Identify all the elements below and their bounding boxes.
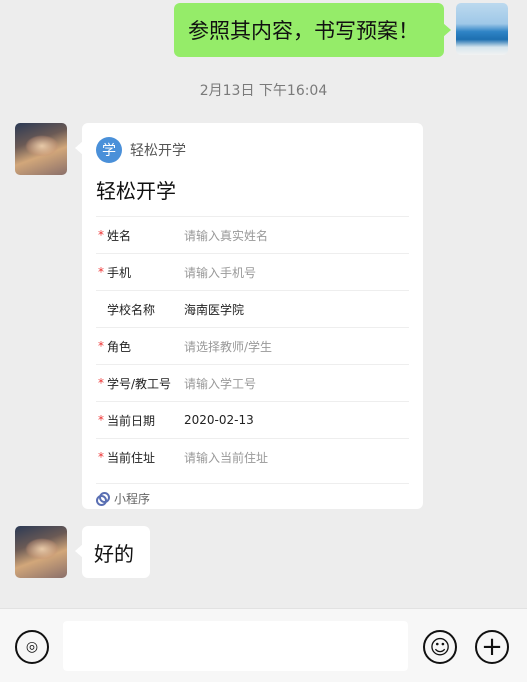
field-value: 海南医学院 [184,302,245,317]
required-mark: * [98,228,104,242]
required-mark: * [98,265,104,279]
incoming-message-text: 好的 [94,541,134,566]
mini-program-label: 小程序 [114,492,151,506]
form-row-id: * 学号/教工号 请输入学工号 [96,364,409,401]
field-label: 学校名称 [107,302,156,317]
form-row-address: * 当前住址 请输入当前住址 [96,438,409,475]
field-value: 2020-02-13 [184,413,254,427]
app-logo-icon: 学 [96,137,122,163]
form-row-role: * 角色 请选择教师/学生 [96,327,409,364]
field-label: 角色 [107,339,132,354]
field-value: 请输入真实姓名 [184,228,269,243]
plus-icon[interactable]: + [475,630,509,664]
field-label: 手机 [107,265,132,280]
field-value: 请输入学工号 [184,376,257,391]
contact-avatar[interactable] [15,123,67,175]
field-label: 姓名 [107,228,132,243]
incoming-message-bubble[interactable]: 好的 [75,526,150,578]
form-row-name: * 姓名 请输入真实姓名 [96,216,409,253]
app-name: 轻松开学 [130,143,186,159]
outgoing-message-bubble[interactable]: 参照其内容，书写预案！ [174,3,451,57]
message-input[interactable] [63,621,408,671]
form-row-date: * 当前日期 2020-02-13 [96,401,409,438]
field-value: 请选择教师/学生 [184,339,273,354]
emoji-icon[interactable]: ☺ [423,630,457,664]
chat-input-bar: ◎ ☺ + [0,608,527,682]
contact-avatar[interactable] [15,526,67,578]
voice-icon[interactable]: ◎ [15,630,49,664]
mini-program-card[interactable]: 学 轻松开学 轻松开学 * 姓名 请输入真实姓名 * 手机 请输入手机号 学校名… [75,123,423,509]
field-value: 请输入当前住址 [184,450,269,465]
form-row-school: 学校名称 海南医学院 [96,290,409,327]
form-preview: * 姓名 请输入真实姓名 * 手机 请输入手机号 学校名称 海南医学院 * 角色… [96,216,409,475]
my-avatar[interactable] [456,3,508,55]
mini-program-icon [96,491,110,506]
card-header: 学 轻松开学 [96,137,186,163]
card-footer: 小程序 [96,483,409,507]
form-row-phone: * 手机 请输入手机号 [96,253,409,290]
required-mark: * [98,376,104,390]
field-value: 请输入手机号 [184,265,257,280]
message-timestamp: 2月13日 下午16:04 [199,83,328,99]
field-label: 学号/教工号 [107,376,172,391]
outgoing-message-text: 参照其内容，书写预案！ [188,19,419,43]
required-mark: * [98,339,104,353]
field-label: 当前日期 [107,413,156,428]
required-mark: * [98,450,104,464]
field-label: 当前住址 [107,450,156,465]
required-mark: * [98,413,104,427]
card-title: 轻松开学 [96,179,176,203]
